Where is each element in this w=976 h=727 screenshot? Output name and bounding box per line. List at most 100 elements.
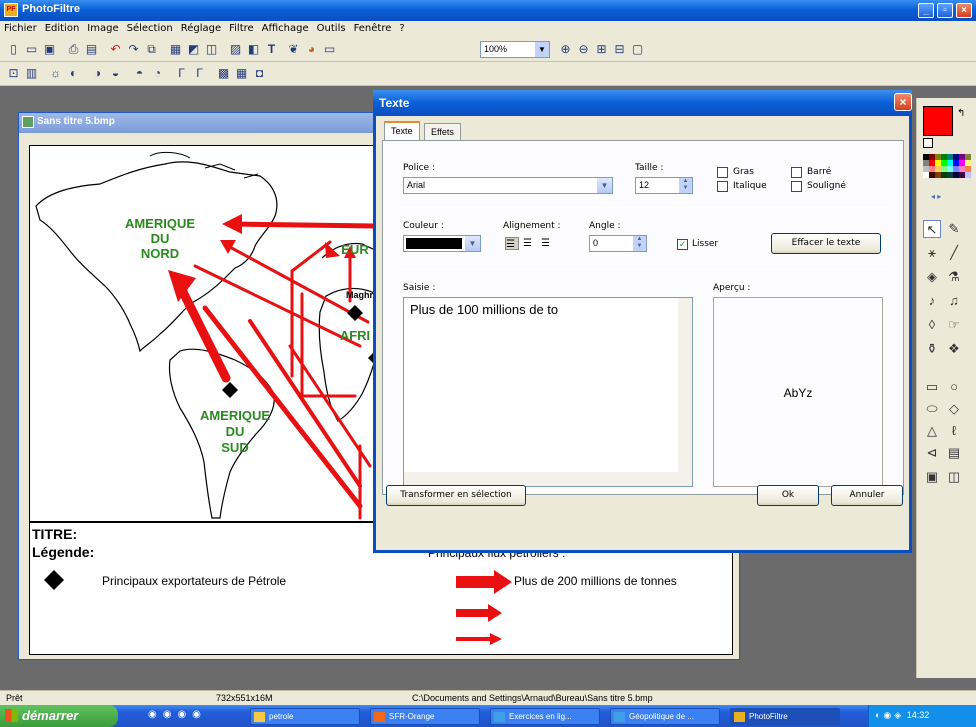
tab-effets[interactable]: Effets (424, 123, 461, 141)
mosaic-icon[interactable]: ▩ (216, 66, 231, 81)
annuler-button[interactable]: Annuler (831, 485, 903, 506)
copy-icon[interactable]: ⧉ (144, 42, 159, 57)
minimize-button[interactable]: _ (918, 3, 934, 18)
menu-help[interactable]: ? (395, 21, 408, 36)
magic-wand-icon[interactable]: ⚹ (923, 244, 941, 262)
effects-icon[interactable]: ◕ (304, 42, 319, 57)
invert-select-icon[interactable]: ▣ (923, 468, 941, 486)
redo-icon[interactable]: ↷ (126, 42, 141, 57)
task-petrole[interactable]: petrole (250, 708, 360, 725)
fade-icon[interactable]: Γ (192, 66, 207, 81)
smudge-icon[interactable]: ☞ (945, 316, 963, 334)
fit-window-icon[interactable]: ⊞ (594, 42, 609, 57)
dialog-close-icon[interactable]: × (894, 93, 912, 111)
chevron-down-icon[interactable]: ▼ (535, 42, 549, 57)
layer-icon[interactable]: ◧ (246, 42, 261, 57)
brush-icon[interactable]: ♪ (923, 292, 941, 310)
menu-fenetre[interactable]: Fenêtre (350, 21, 396, 36)
image-size-icon[interactable]: ▦ (168, 42, 183, 57)
fit-select-icon[interactable]: ◫ (945, 468, 963, 486)
zoom-out-icon[interactable]: ⊖ (576, 42, 591, 57)
italique-checkbox[interactable] (717, 181, 728, 192)
swap-colors-icon[interactable]: ↰ (957, 108, 965, 119)
open-folder-icon[interactable]: ▭ (24, 42, 39, 57)
crop-icon[interactable]: ◫ (204, 42, 219, 57)
actual-size-icon[interactable]: ⊟ (612, 42, 627, 57)
menu-reglage[interactable]: Réglage (177, 21, 225, 36)
blur-drop-icon[interactable]: ◊ (923, 316, 941, 334)
palette-scroll-icon[interactable]: ◂ ▸ (931, 192, 941, 201)
start-button[interactable]: démarrer (0, 705, 118, 727)
menu-filtre[interactable]: Filtre (225, 21, 258, 36)
undo-icon[interactable]: ↶ (108, 42, 123, 57)
saisie-textarea[interactable]: Plus de 100 millions de to (403, 297, 693, 487)
quicklaunch-icons[interactable]: ◉◉◉◉ (148, 709, 238, 723)
gradient-icon[interactable]: Γ (174, 66, 189, 81)
menu-selection[interactable]: Sélection (123, 21, 177, 36)
shape-select-icon[interactable]: ▤ (945, 444, 963, 462)
secondary-color-swatch[interactable] (923, 138, 933, 148)
zoom-select[interactable]: 100% ▼ (480, 41, 550, 58)
maximize-button[interactable]: ▫ (937, 3, 953, 18)
pen-tool-icon[interactable]: ✎ (945, 220, 963, 238)
transformer-button[interactable]: Transformer en sélection (386, 485, 526, 506)
ok-button[interactable]: Ok (757, 485, 819, 506)
barre-checkbox[interactable] (791, 167, 802, 178)
gras-checkbox[interactable] (717, 167, 728, 178)
couleur-select[interactable]: ▼ (403, 235, 481, 252)
souligne-checkbox[interactable] (791, 181, 802, 192)
rectangle-select-icon[interactable]: ▭ (923, 378, 941, 396)
taille-input[interactable]: 12 ▲ ▼ (635, 177, 693, 194)
task-geopolitique[interactable]: Géopolitique de ... (610, 708, 720, 725)
contrast-icon[interactable]: ◐ (66, 66, 81, 81)
menu-affichage[interactable]: Affichage (258, 21, 313, 36)
diamond-select-icon[interactable]: ◇ (945, 400, 963, 418)
stamp-icon[interactable]: ⚱ (923, 340, 941, 358)
close-button[interactable]: × (956, 3, 972, 18)
fullscreen-icon[interactable]: ▢ (630, 42, 645, 57)
new-file-icon[interactable]: ▯ (6, 42, 21, 57)
saturation-icon[interactable]: ◑ (90, 66, 105, 81)
tab-texte[interactable]: Texte (384, 121, 420, 141)
horizontal-scrollbar[interactable] (404, 472, 678, 486)
pointer-tool-icon[interactable]: ↖ (923, 220, 941, 238)
angle-input[interactable]: 0 ▲ ▼ (589, 235, 647, 252)
fill-bucket-icon[interactable]: ◈ (923, 268, 941, 286)
align-center-icon[interactable]: ☰ (523, 237, 537, 250)
menu-edition[interactable]: Edition (41, 21, 84, 36)
align-right-icon[interactable]: ☰ (541, 237, 555, 250)
taille-spinner-icon[interactable]: ▲ ▼ (679, 178, 692, 193)
primary-color-swatch[interactable] (923, 106, 953, 136)
grid-icon[interactable]: ▦ (234, 66, 249, 81)
task-exercices[interactable]: Exercices en lig... (490, 708, 600, 725)
task-sfr[interactable]: SFR-Orange (370, 708, 480, 725)
lisser-checkbox[interactable]: ✓ (677, 239, 688, 250)
polygon-select-icon[interactable]: ⊲ (923, 444, 941, 462)
align-left-icon[interactable]: ☰ (505, 237, 519, 250)
chevron-down-icon[interactable]: ▼ (597, 178, 612, 193)
tray-icons[interactable]: ◐◉◈ (875, 710, 904, 720)
gamma-icon[interactable]: ◒ (108, 66, 123, 81)
paste-icon[interactable]: ▨ (228, 42, 243, 57)
advanced-brush-icon[interactable]: ♫ (945, 292, 963, 310)
triangle-select-icon[interactable]: △ (923, 422, 941, 440)
brightness-icon[interactable]: ☼ (48, 66, 63, 81)
histogram-icon[interactable]: ▥ (24, 66, 39, 81)
save-icon[interactable]: ▣ (42, 42, 57, 57)
vertical-scrollbar[interactable] (678, 298, 692, 486)
lasso-icon[interactable]: ℓ (945, 422, 963, 440)
clone-icon[interactable]: ❖ (945, 340, 963, 358)
angle-spinner-icon[interactable]: ▲ ▼ (633, 236, 646, 251)
blur-icon[interactable]: ◓ (132, 66, 147, 81)
contour-icon[interactable]: ❦ (286, 42, 301, 57)
ellipse-select-icon[interactable]: ○ (945, 378, 963, 396)
menu-fichier[interactable]: Fichier (0, 21, 41, 36)
effacer-button[interactable]: Effacer le texte (771, 233, 881, 254)
task-photofiltre[interactable]: PhotoFiltre (730, 708, 840, 725)
canvas-size-icon[interactable]: ◩ (186, 42, 201, 57)
scan-icon[interactable]: ▤ (84, 42, 99, 57)
menu-outils[interactable]: Outils (313, 21, 350, 36)
rounded-select-icon[interactable]: ⬭ (923, 400, 941, 418)
line-tool-icon[interactable]: ╱ (945, 244, 963, 262)
police-select[interactable]: Arial ▼ (403, 177, 613, 194)
